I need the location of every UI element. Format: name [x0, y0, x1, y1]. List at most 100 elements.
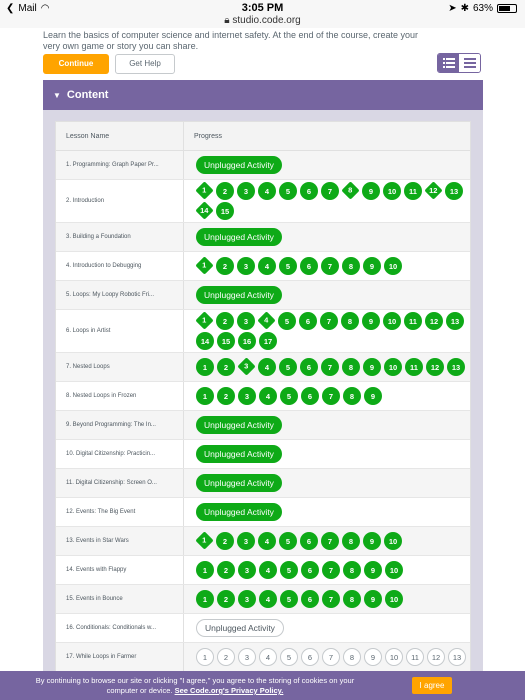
level-bubble[interactable]: 11 — [406, 648, 424, 666]
level-bubble[interactable]: 1 — [196, 648, 214, 666]
level-bubble[interactable]: 2 — [216, 182, 234, 200]
level-bubble[interactable]: 13 — [448, 648, 466, 666]
level-bubble[interactable]: 15 — [217, 332, 235, 350]
level-bubble[interactable]: 4 — [258, 358, 276, 376]
level-bubble[interactable]: 3 — [237, 532, 255, 550]
level-bubble[interactable]: 9 — [363, 532, 381, 550]
level-bubble[interactable]: 4 — [259, 648, 277, 666]
level-bubble[interactable]: 16 — [238, 332, 256, 350]
level-bubble[interactable]: 8 — [343, 590, 361, 608]
level-bubble[interactable]: 10 — [383, 312, 401, 330]
level-bubble[interactable]: 13 — [445, 182, 463, 200]
level-bubble[interactable]: 5 — [278, 312, 296, 330]
level-bubble[interactable]: 10 — [383, 182, 401, 200]
unplugged-activity-pill[interactable]: Unplugged Activity — [196, 619, 284, 637]
level-bubble[interactable]: 6 — [300, 358, 318, 376]
level-bubble[interactable]: 15 — [216, 202, 234, 220]
unplugged-activity-pill[interactable]: Unplugged Activity — [196, 156, 282, 174]
level-bubble[interactable]: 13 — [447, 358, 465, 376]
level-bubble[interactable]: 5 — [280, 648, 298, 666]
level-diamond-bubble[interactable]: 14 — [195, 201, 214, 220]
level-bubble[interactable]: 7 — [321, 257, 339, 275]
lesson-name[interactable]: 11. Digital Citizenship: Screen O... — [56, 469, 184, 497]
unplugged-activity-pill[interactable]: Unplugged Activity — [196, 286, 282, 304]
level-bubble[interactable]: 6 — [300, 257, 318, 275]
level-bubble[interactable]: 2 — [217, 590, 235, 608]
level-bubble[interactable]: 9 — [363, 358, 381, 376]
level-bubble[interactable]: 13 — [446, 312, 464, 330]
lesson-name[interactable]: 5. Loops: My Loopy Robotic Fri... — [56, 281, 184, 309]
level-bubble[interactable]: 9 — [364, 561, 382, 579]
level-bubble[interactable]: 11 — [405, 358, 423, 376]
level-bubble[interactable]: 1 — [196, 561, 214, 579]
level-bubble[interactable]: 10 — [384, 257, 402, 275]
level-bubble[interactable]: 6 — [300, 532, 318, 550]
level-bubble[interactable]: 4 — [258, 182, 276, 200]
level-bubble[interactable]: 5 — [280, 561, 298, 579]
summary-view-button[interactable] — [438, 54, 459, 72]
level-bubble[interactable]: 7 — [321, 182, 339, 200]
level-bubble[interactable]: 2 — [217, 387, 235, 405]
level-bubble[interactable]: 7 — [322, 590, 340, 608]
level-bubble[interactable]: 7 — [321, 358, 339, 376]
level-diamond-bubble[interactable]: 1 — [195, 311, 214, 330]
level-bubble[interactable]: 14 — [196, 332, 214, 350]
level-bubble[interactable]: 3 — [238, 561, 256, 579]
level-bubble[interactable]: 6 — [301, 648, 319, 666]
level-bubble[interactable]: 9 — [363, 257, 381, 275]
level-bubble[interactable]: 9 — [362, 312, 380, 330]
level-bubble[interactable]: 1 — [196, 590, 214, 608]
level-bubble[interactable]: 5 — [279, 532, 297, 550]
level-diamond-bubble[interactable]: 12 — [424, 181, 443, 200]
get-help-button[interactable]: Get Help — [115, 54, 175, 74]
level-diamond-bubble[interactable]: 8 — [341, 181, 360, 200]
level-bubble[interactable]: 2 — [216, 312, 234, 330]
level-bubble[interactable]: 10 — [384, 358, 402, 376]
lesson-name[interactable]: 1. Programming: Graph Paper Pr... — [56, 151, 184, 179]
level-bubble[interactable]: 7 — [322, 561, 340, 579]
lesson-name[interactable]: 3. Building a Foundation — [56, 223, 184, 251]
level-bubble[interactable]: 12 — [427, 648, 445, 666]
level-bubble[interactable]: 6 — [301, 387, 319, 405]
level-bubble[interactable]: 6 — [299, 312, 317, 330]
level-bubble[interactable]: 8 — [341, 312, 359, 330]
level-bubble[interactable]: 9 — [362, 182, 380, 200]
level-bubble[interactable]: 9 — [364, 590, 382, 608]
level-bubble[interactable]: 7 — [322, 387, 340, 405]
lesson-name[interactable]: 6. Loops in Artist — [56, 310, 184, 352]
level-bubble[interactable]: 7 — [321, 532, 339, 550]
lesson-name[interactable]: 13. Events in Star Wars — [56, 527, 184, 555]
level-bubble[interactable]: 2 — [217, 561, 235, 579]
level-bubble[interactable]: 10 — [384, 532, 402, 550]
level-bubble[interactable]: 8 — [342, 532, 360, 550]
level-bubble[interactable]: 5 — [280, 590, 298, 608]
level-bubble[interactable]: 12 — [425, 312, 443, 330]
level-bubble[interactable]: 5 — [279, 182, 297, 200]
level-bubble[interactable]: 5 — [279, 358, 297, 376]
lesson-name[interactable]: 14. Events with Flappy — [56, 556, 184, 584]
level-bubble[interactable]: 11 — [404, 182, 422, 200]
level-bubble[interactable]: 2 — [217, 648, 235, 666]
level-bubble[interactable]: 3 — [237, 182, 255, 200]
level-bubble[interactable]: 10 — [385, 648, 403, 666]
lesson-name[interactable]: 12. Events: The Big Event — [56, 498, 184, 526]
level-bubble[interactable]: 8 — [342, 257, 360, 275]
level-bubble[interactable]: 4 — [259, 561, 277, 579]
level-bubble[interactable]: 9 — [364, 648, 382, 666]
level-bubble[interactable]: 7 — [320, 312, 338, 330]
level-bubble[interactable]: 11 — [404, 312, 422, 330]
lesson-name[interactable]: 4. Introduction to Debugging — [56, 252, 184, 280]
level-diamond-bubble[interactable]: 4 — [257, 311, 276, 330]
level-bubble[interactable]: 3 — [238, 590, 256, 608]
agree-button[interactable]: I agree — [412, 677, 452, 694]
level-bubble[interactable]: 3 — [238, 648, 256, 666]
level-bubble[interactable]: 4 — [258, 532, 276, 550]
content-section-header[interactable]: ▼ Content — [43, 80, 483, 110]
level-bubble[interactable]: 8 — [343, 648, 361, 666]
level-diamond-bubble[interactable]: 1 — [195, 181, 214, 200]
level-bubble[interactable]: 3 — [237, 312, 255, 330]
level-bubble[interactable]: 4 — [258, 257, 276, 275]
lesson-name[interactable]: 2. Introduction — [56, 180, 184, 222]
unplugged-activity-pill[interactable]: Unplugged Activity — [196, 445, 282, 463]
unplugged-activity-pill[interactable]: Unplugged Activity — [196, 474, 282, 492]
